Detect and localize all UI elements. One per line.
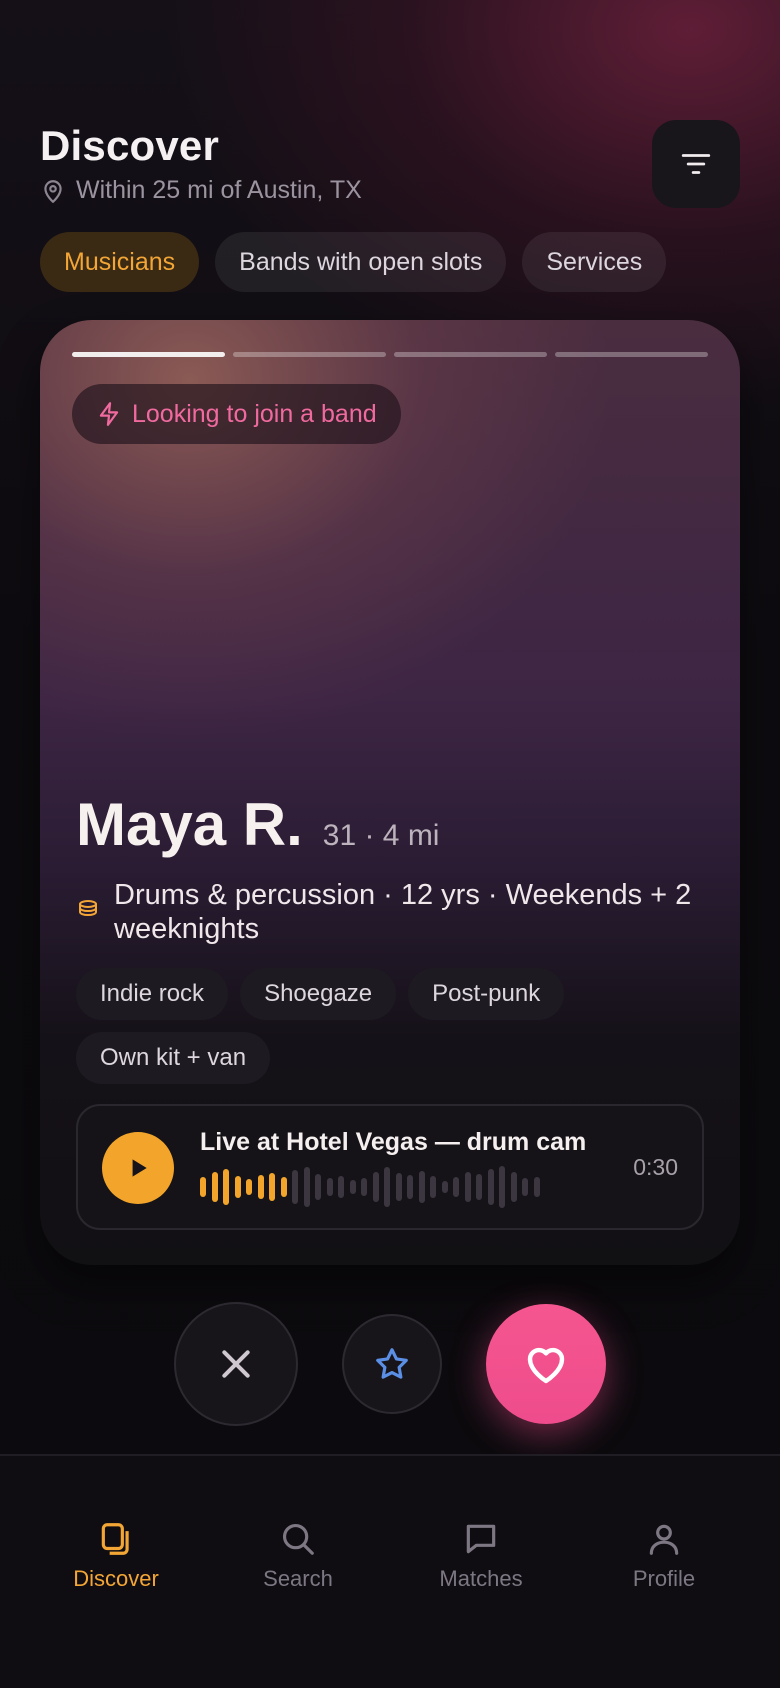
- heart-icon: [527, 1347, 565, 1384]
- waveform-bar: [211, 1172, 218, 1202]
- tag: Shoegaze: [240, 968, 397, 1020]
- waveform-bar: [349, 1180, 356, 1194]
- waveform-bar: [223, 1169, 229, 1205]
- super-like-button[interactable]: [342, 1314, 442, 1414]
- tag: Indie rock: [76, 968, 229, 1020]
- person-icon: [649, 1524, 679, 1555]
- waveform-bar: [292, 1170, 298, 1204]
- nav-search[interactable]: Search: [218, 1520, 378, 1592]
- waveform-bar: [418, 1171, 425, 1203]
- tag: Post-punk: [408, 968, 565, 1020]
- status-text: Looking to join a band: [132, 399, 377, 428]
- nav-matches[interactable]: Matches: [401, 1520, 561, 1592]
- instrument-row: Drums & percussion · 12 yrs · Weekends +…: [76, 878, 696, 946]
- waveform-bar: [280, 1177, 287, 1197]
- audio-waveform[interactable]: [200, 1166, 540, 1208]
- nav-label: Discover: [73, 1566, 159, 1591]
- waveform-bar: [476, 1174, 482, 1200]
- location-text: Within 25 mi of Austin, TX: [76, 176, 362, 204]
- audio-player: Live at Hotel Vegas — drum cam 0:30: [76, 1104, 704, 1230]
- waveform-bar: [234, 1176, 241, 1198]
- waveform-bar: [464, 1172, 471, 1202]
- waveform-bar: [395, 1173, 402, 1201]
- photo-progress-segment[interactable]: [233, 352, 386, 357]
- waveform-bar: [522, 1178, 528, 1196]
- filter-button[interactable]: [652, 120, 740, 208]
- waveform-bar: [315, 1174, 321, 1200]
- profile-name: Maya R.: [76, 791, 303, 858]
- waveform-bar: [499, 1166, 505, 1208]
- chip-bands-open-slots[interactable]: Bands with open slots: [215, 232, 507, 292]
- cards-icon: [101, 1523, 129, 1555]
- close-icon: [222, 1350, 250, 1378]
- waveform-bar: [303, 1167, 310, 1207]
- filter-icon: [681, 154, 711, 174]
- photo-progress-segment[interactable]: [555, 352, 708, 357]
- tag: Own kit + van: [76, 1032, 271, 1084]
- waveform-bar: [533, 1177, 540, 1197]
- like-button[interactable]: [486, 1304, 606, 1424]
- waveform-bar: [372, 1172, 379, 1202]
- profile-meta: 31 · 4 mi: [322, 819, 440, 852]
- play-icon: [132, 1159, 147, 1177]
- category-chips: Musicians Bands with open slots Services: [40, 232, 667, 292]
- waveform-bar: [510, 1172, 517, 1202]
- star-icon: [376, 1348, 408, 1379]
- nav-profile[interactable]: Profile: [584, 1520, 744, 1592]
- nav-discover[interactable]: Discover: [36, 1520, 196, 1592]
- pass-button[interactable]: [174, 1302, 298, 1426]
- nav-label: Matches: [439, 1566, 523, 1591]
- waveform-bar: [441, 1181, 448, 1193]
- photo-progress-segment[interactable]: [394, 352, 547, 357]
- audio-duration: 0:30: [633, 1154, 678, 1180]
- waveform-bar: [200, 1177, 206, 1197]
- play-button[interactable]: [102, 1132, 174, 1204]
- waveform-bar: [453, 1177, 459, 1197]
- header: Discover Within 25 mi of Austin, TX: [40, 120, 740, 212]
- chip-musicians[interactable]: Musicians: [40, 232, 200, 292]
- location-row: Within 25 mi of Austin, TX: [40, 176, 362, 205]
- bottom-nav: Discover Search Matches Profile: [0, 1454, 780, 1688]
- waveform-bar: [487, 1169, 494, 1205]
- waveform-bar: [326, 1178, 333, 1196]
- photo-progress-segment[interactable]: [72, 352, 225, 357]
- genre-tags: Indie rock Shoegaze Post-punk Own kit + …: [76, 968, 696, 1084]
- nav-label: Profile: [632, 1566, 696, 1591]
- chat-icon: [466, 1524, 496, 1554]
- lightning-icon: [99, 402, 119, 426]
- profile-card[interactable]: Looking to join a band Maya R. 31 · 4 mi…: [40, 320, 740, 1265]
- waveform-bar: [430, 1176, 436, 1198]
- waveform-bar: [338, 1176, 344, 1198]
- search-icon: [282, 1523, 314, 1555]
- instrument-text: Drums & percussion · 12 yrs · Weekends +…: [114, 879, 692, 945]
- waveform-bar: [361, 1178, 367, 1196]
- waveform-bar: [257, 1175, 264, 1199]
- waveform-bar: [384, 1167, 390, 1207]
- waveform-bar: [246, 1179, 252, 1195]
- photo-progress: [72, 352, 708, 357]
- status-badge: Looking to join a band: [72, 384, 401, 444]
- map-pin-icon: [44, 179, 62, 203]
- chip-services[interactable]: Services: [522, 232, 667, 292]
- drum-icon: [79, 900, 97, 916]
- waveform-bar: [269, 1173, 275, 1201]
- page-title: Discover: [40, 122, 220, 169]
- audio-title: Live at Hotel Vegas — drum cam: [200, 1128, 587, 1156]
- waveform-bar: [407, 1175, 413, 1199]
- name-row: Maya R. 31 · 4 mi: [76, 790, 439, 859]
- nav-label: Search: [263, 1566, 333, 1591]
